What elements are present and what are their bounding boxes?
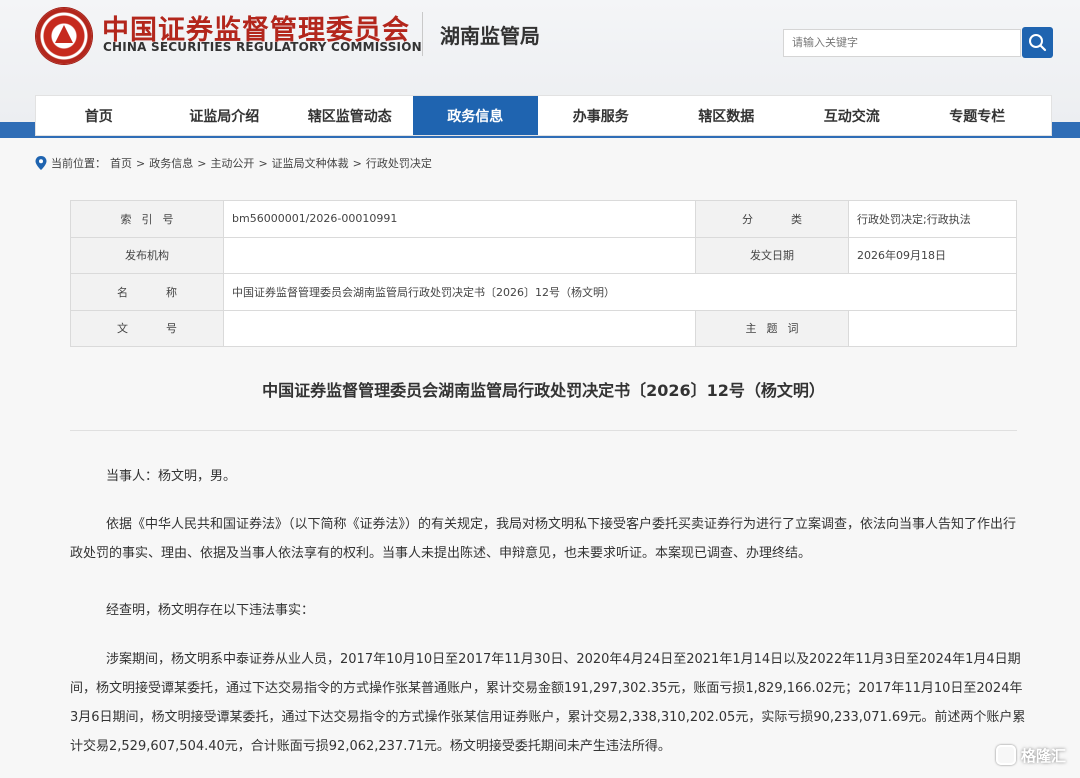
search-icon: [1029, 34, 1047, 52]
breadcrumb-separator: >: [258, 156, 268, 170]
main-nav: 首页 证监局介绍 辖区监管动态 政务信息 办事服务 辖区数据 互动交流 专题专栏: [35, 95, 1052, 136]
document-info-table: 索引号 bm56000001/2026-00010991 分类 行政处罚决定;行…: [70, 200, 1017, 347]
watermark-text: 格隆汇: [1020, 746, 1066, 765]
docno-value: [223, 309, 696, 347]
keywords-label: 主题词: [695, 309, 849, 347]
title-divider: [70, 430, 1017, 431]
date-value: 2026年09月18日: [848, 236, 1017, 274]
nav-item-home[interactable]: 首页: [36, 96, 162, 135]
name-label: 名称: [70, 273, 224, 311]
nav-item-interaction[interactable]: 互动交流: [789, 96, 915, 135]
breadcrumb-separator: >: [197, 156, 207, 170]
bureau-name: 湖南监管局: [440, 24, 540, 48]
nav-item-services[interactable]: 办事服务: [538, 96, 664, 135]
gelonghui-logo-icon: [995, 745, 1016, 765]
category-label: 分类: [695, 200, 849, 238]
index-value: bm56000001/2026-00010991: [223, 200, 696, 238]
header-divider: [422, 12, 423, 56]
publisher-label: 发布机构: [70, 236, 224, 274]
nav-item-about[interactable]: 证监局介绍: [162, 96, 288, 135]
party-paragraph: 当事人：杨文明，男。: [106, 469, 237, 484]
name-value: 中国证券监督管理委员会湖南监管局行政处罚决定书〔2026〕12号（杨文明）: [223, 273, 1017, 311]
table-row: 索引号 bm56000001/2026-00010991 分类 行政处罚决定;行…: [70, 200, 1017, 238]
nav-item-regulatory-news[interactable]: 辖区监管动态: [287, 96, 413, 135]
nav-item-regional-data[interactable]: 辖区数据: [664, 96, 790, 135]
index-label: 索引号: [70, 200, 224, 238]
org-name-en: CHINA SECURITIES REGULATORY COMMISSION: [103, 40, 422, 54]
location-pin-icon: [35, 156, 47, 170]
search-input[interactable]: [783, 29, 1021, 57]
nav-item-special-topics[interactable]: 专题专栏: [915, 96, 1041, 135]
breadcrumb-home[interactable]: 首页: [110, 155, 132, 171]
breadcrumb-document-types[interactable]: 证监局文种体裁: [272, 155, 349, 171]
breadcrumb-penalty-decisions[interactable]: 行政处罚决定: [366, 155, 432, 171]
csrc-emblem-icon[interactable]: [36, 8, 92, 64]
docno-label: 文号: [70, 309, 224, 347]
breadcrumb: 当前位置： 首页 > 政务信息 > 主动公开 > 证监局文种体裁 > 行政处罚决…: [35, 155, 432, 171]
basis-paragraph: 依据《中华人民共和国证券法》（以下简称《证券法》）的有关规定，我局对杨文明私下接…: [70, 517, 1017, 561]
breadcrumb-public-disclosure[interactable]: 主动公开: [210, 155, 254, 171]
found-paragraph: 经查明，杨文明存在以下违法事实：: [106, 603, 315, 618]
keywords-value: [848, 309, 1017, 347]
search-button[interactable]: [1022, 27, 1053, 58]
table-row: 文号 主题词: [70, 309, 1017, 347]
nav-item-government-info[interactable]: 政务信息: [412, 96, 538, 135]
breadcrumb-separator: >: [352, 156, 362, 170]
breadcrumb-government-info[interactable]: 政务信息: [149, 155, 193, 171]
publisher-value: [223, 236, 696, 274]
date-label: 发文日期: [695, 236, 849, 274]
document-title: 中国证券监督管理委员会湖南监管局行政处罚决定书〔2026〕12号（杨文明）: [262, 381, 825, 400]
watermark: 格隆汇: [995, 744, 1066, 766]
category-value: 行政处罚决定;行政执法: [848, 200, 1017, 238]
breadcrumb-prefix: 当前位置：: [51, 157, 106, 170]
table-row: 名称 中国证券监督管理委员会湖南监管局行政处罚决定书〔2026〕12号（杨文明）: [70, 273, 1017, 311]
table-row: 发布机构 发文日期 2026年09月18日: [70, 236, 1017, 274]
breadcrumb-separator: >: [136, 156, 146, 170]
facts-paragraph: 涉案期间，杨文明系中泰证券从业人员，2017年10月10日至2017年11月30…: [70, 652, 1026, 754]
